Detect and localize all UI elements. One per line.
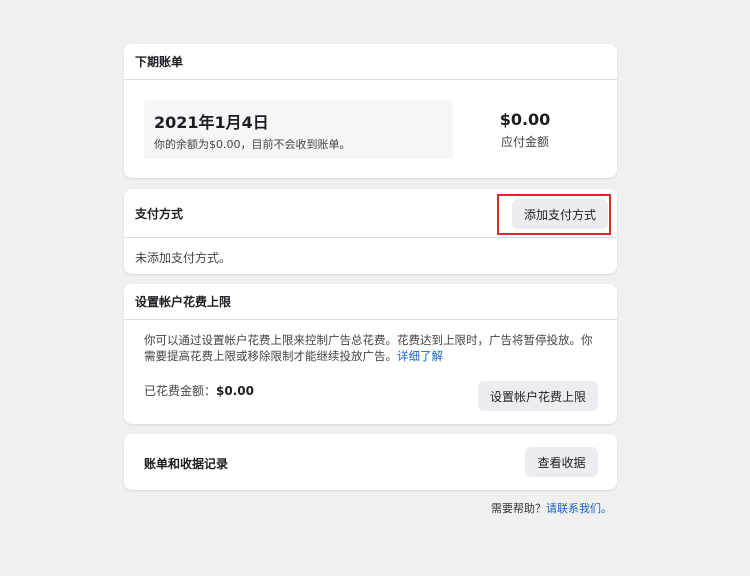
bill-date: 2021年1月4日 [154,113,269,132]
billing-history-title: 账单和收据记录 [144,457,229,471]
learn-more-link[interactable]: 详细了解 [397,349,443,363]
amount-due: $0.00 [499,110,551,129]
view-receipts-button[interactable]: 查看收据 [525,447,598,477]
bill-note: 你的余额为$0.00，目前不会收到账单。 [154,138,351,151]
bill-date-box: 2021年1月4日 你的余额为$0.00，目前不会收到账单。 [144,100,453,159]
payment-method-card: 支付方式 添加支付方式 未添加支付方式。 [124,189,617,274]
next-bill-card: 下期账单 2021年1月4日 你的余额为$0.00，目前不会收到账单。 $0.0… [124,44,617,178]
set-spend-limit-button[interactable]: 设置帐户花费上限 [478,381,598,411]
help-text: 需要帮助？ [491,502,546,515]
no-payment-text: 未添加支付方式。 [135,251,232,265]
spend-limit-description: 你可以通过设置帐户花费上限来控制广告总花费。花费达到上限时，广告将暂停投放。你需… [144,332,600,364]
add-payment-method-button[interactable]: 添加支付方式 [512,199,608,229]
contact-us-link[interactable]: 请联系我们。 [546,502,612,515]
amount-due-label: 应付金额 [500,135,549,149]
description-text: 你可以通过设置帐户花费上限来控制广告总花费。花费达到上限时，广告将暂停投放。你需… [144,333,593,363]
next-bill-title: 下期账单 [124,44,617,80]
spend-limit-card: 设置帐户花费上限 你可以通过设置帐户花费上限来控制广告总花费。花费达到上限时，广… [124,284,617,424]
spent-label: 已花费金额： [144,384,217,398]
help-footer: 需要帮助？请联系我们。 [491,500,612,516]
spent-amount: 已花费金额：$0.00 [144,382,254,399]
spent-value: $0.00 [216,384,254,398]
spend-limit-title: 设置帐户花费上限 [124,284,617,320]
billing-history-card: 账单和收据记录 查看收据 [124,434,617,490]
